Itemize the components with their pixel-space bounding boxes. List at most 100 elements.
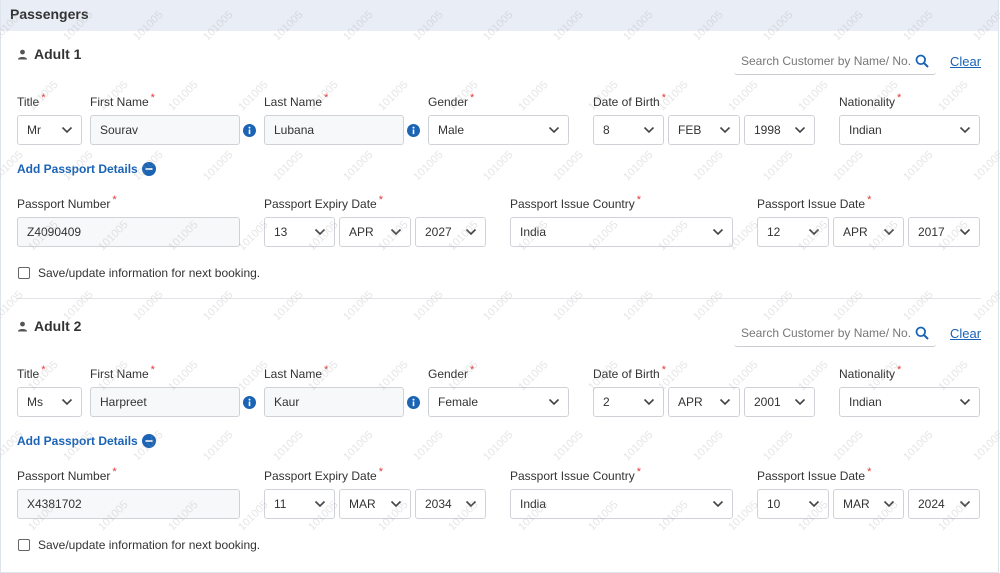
passenger-title: Adult 1 <box>34 46 82 62</box>
passengers-panel: Passengers <box>0 0 999 573</box>
person-icon <box>17 321 28 332</box>
info-icon[interactable] <box>243 124 256 137</box>
chevron-down-icon <box>712 228 724 236</box>
last-name-label: Last Name * <box>264 92 329 109</box>
passport-number-label: Passport Number * <box>17 194 117 211</box>
search-icon[interactable] <box>915 54 929 68</box>
issue-month-select[interactable]: APR <box>833 217 904 247</box>
chevron-down-icon <box>808 228 820 236</box>
title-label: Title * <box>17 364 46 381</box>
chevron-down-icon <box>959 126 971 134</box>
chevron-down-icon <box>712 500 724 508</box>
gender-select[interactable]: Female <box>428 387 569 417</box>
chevron-down-icon <box>61 126 73 134</box>
first-name-label: First Name * <box>90 92 155 109</box>
nationality-select[interactable]: Indian <box>839 387 980 417</box>
chevron-down-icon <box>548 126 560 134</box>
first-name-input[interactable]: Sourav <box>90 115 240 145</box>
gender-select[interactable]: Male <box>428 115 569 145</box>
issue-country-select[interactable]: India <box>510 489 733 519</box>
expiry-month-select[interactable]: APR <box>339 217 411 247</box>
issue-day-select[interactable]: 10 <box>757 489 829 519</box>
issue-year-select[interactable]: 2017 <box>908 217 980 247</box>
passport-expiry-label: Passport Expiry Date * <box>264 466 383 483</box>
chevron-down-icon <box>465 500 477 508</box>
dob-year-select[interactable]: 2001 <box>744 387 815 417</box>
customer-search-box[interactable]: Search Customer by Name/ No. <box>734 319 936 347</box>
dob-label: Date of Birth * <box>593 92 666 109</box>
add-passport-details-toggle[interactable]: Add Passport Details <box>17 162 156 176</box>
passport-number-input[interactable]: X4381702 <box>17 489 240 519</box>
chevron-down-icon <box>314 228 326 236</box>
dob-day-select[interactable]: 8 <box>593 115 664 145</box>
dob-month-select[interactable]: APR <box>668 387 740 417</box>
chevron-down-icon <box>314 500 326 508</box>
chevron-down-icon <box>390 500 402 508</box>
issue-year-select[interactable]: 2024 <box>908 489 980 519</box>
panel-title: Passengers <box>10 6 89 22</box>
chevron-down-icon <box>465 228 477 236</box>
issue-date-label: Passport Issue Date * <box>757 194 872 211</box>
add-passport-details-toggle[interactable]: Add Passport Details <box>17 434 156 448</box>
add-passport-label: Add Passport Details <box>17 434 138 448</box>
expiry-month-select[interactable]: MAR <box>339 489 411 519</box>
chevron-down-icon <box>959 398 971 406</box>
minus-circle-icon[interactable] <box>141 434 156 448</box>
chevron-down-icon <box>959 228 971 236</box>
customer-search-input[interactable]: Search Customer by Name/ No. <box>741 326 915 340</box>
issue-country-label: Passport Issue Country * <box>510 466 642 483</box>
dob-month-select[interactable]: FEB <box>668 115 740 145</box>
customer-search-box[interactable]: Search Customer by Name/ No. <box>734 47 936 75</box>
passport-number-input[interactable]: Z4090409 <box>17 217 240 247</box>
panel-header: Passengers <box>1 0 998 31</box>
chevron-down-icon <box>719 126 731 134</box>
info-icon[interactable] <box>407 124 420 137</box>
person-icon <box>17 49 28 60</box>
add-passport-label: Add Passport Details <box>17 162 138 176</box>
chevron-down-icon <box>719 398 731 406</box>
clear-link[interactable]: Clear <box>950 326 981 341</box>
gender-label: Gender * <box>428 364 475 381</box>
issue-country-label: Passport Issue Country * <box>510 194 642 211</box>
chevron-down-icon <box>883 500 895 508</box>
passenger-title: Adult 2 <box>34 318 82 334</box>
chevron-down-icon <box>959 500 971 508</box>
last-name-input[interactable]: Lubana <box>264 115 404 145</box>
last-name-input[interactable]: Kaur <box>264 387 404 417</box>
last-name-label: Last Name * <box>264 364 329 381</box>
info-icon[interactable] <box>243 396 256 409</box>
chevron-down-icon <box>808 500 820 508</box>
first-name-input[interactable]: Harpreet <box>90 387 240 417</box>
chevron-down-icon <box>61 398 73 406</box>
issue-day-select[interactable]: 12 <box>757 217 829 247</box>
save-info-label: Save/update information for next booking… <box>38 266 261 280</box>
issue-country-select[interactable]: India <box>510 217 733 247</box>
issue-month-select[interactable]: MAR <box>833 489 904 519</box>
dob-day-select[interactable]: 2 <box>593 387 664 417</box>
chevron-down-icon <box>794 126 806 134</box>
expiry-year-select[interactable]: 2034 <box>415 489 486 519</box>
passport-number-label: Passport Number * <box>17 466 117 483</box>
chevron-down-icon <box>883 228 895 236</box>
passport-expiry-label: Passport Expiry Date * <box>264 194 383 211</box>
nationality-label: Nationality * <box>839 92 902 109</box>
nationality-label: Nationality * <box>839 364 902 381</box>
save-info-checkbox[interactable] <box>18 267 30 279</box>
title-select[interactable]: Mr <box>17 115 82 145</box>
save-info-checkbox[interactable] <box>18 539 30 551</box>
minus-circle-icon[interactable] <box>141 162 156 176</box>
search-icon[interactable] <box>915 326 929 340</box>
nationality-select[interactable]: Indian <box>839 115 980 145</box>
expiry-year-select[interactable]: 2027 <box>415 217 486 247</box>
expiry-day-select[interactable]: 11 <box>264 489 335 519</box>
title-select[interactable]: Ms <box>17 387 82 417</box>
customer-search-input[interactable]: Search Customer by Name/ No. <box>741 54 915 68</box>
save-info-label: Save/update information for next booking… <box>38 538 261 552</box>
chevron-down-icon <box>548 398 560 406</box>
dob-year-select[interactable]: 1998 <box>744 115 815 145</box>
section-divider <box>17 298 981 299</box>
chevron-down-icon <box>643 126 655 134</box>
expiry-day-select[interactable]: 13 <box>264 217 335 247</box>
info-icon[interactable] <box>407 396 420 409</box>
clear-link[interactable]: Clear <box>950 54 981 69</box>
